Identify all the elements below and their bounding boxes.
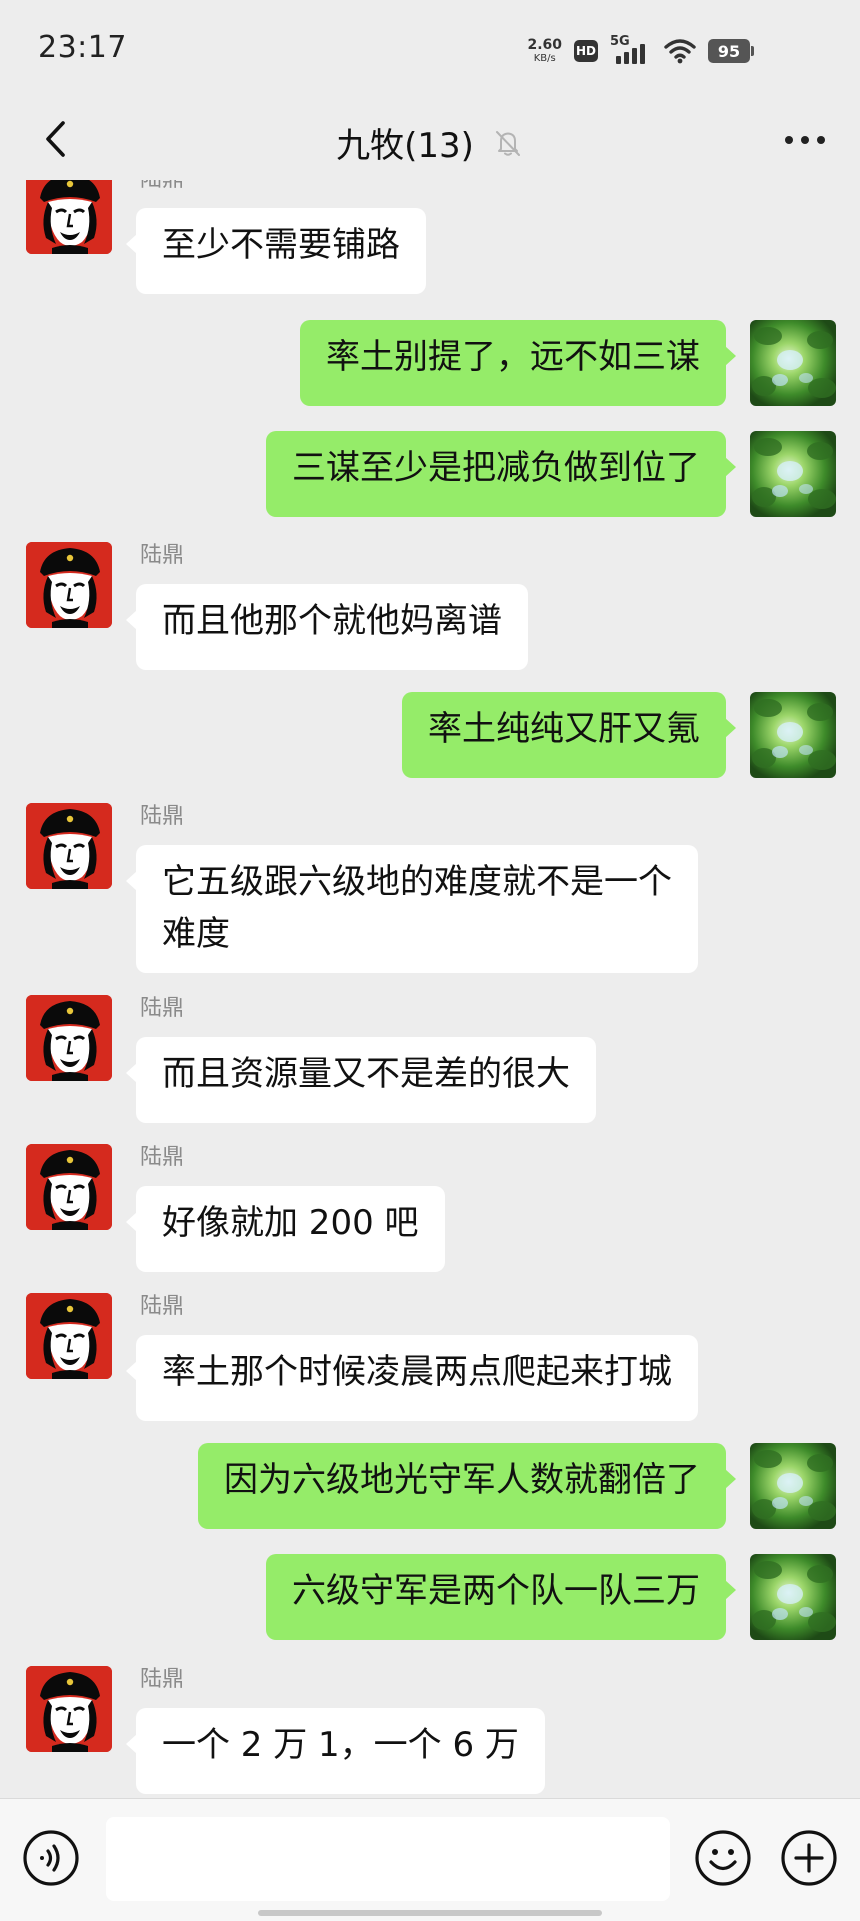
voice-input-icon[interactable] <box>22 1829 80 1887</box>
sender-name: 陆鼎 <box>140 804 185 829</box>
plus-icon[interactable] <box>780 1829 838 1887</box>
battery-level: 95 <box>708 39 750 63</box>
ellipsis-icon <box>785 136 825 144</box>
avatar[interactable] <box>26 1144 112 1230</box>
avatar[interactable] <box>750 692 836 778</box>
message-bubble[interactable]: 一个 2 万 1，一个 6 万 <box>126 1708 545 1794</box>
message-input[interactable] <box>106 1817 670 1901</box>
message-bubble[interactable]: 率土纯纯又肝又氪 <box>402 692 736 778</box>
message-bubble[interactable]: 因为六级地光守军人数就翻倍了 <box>198 1443 736 1529</box>
message-bubble[interactable]: 三谋至少是把减负做到位了 <box>266 431 736 517</box>
sender-name: 陆鼎 <box>140 543 185 568</box>
input-bar <box>0 1798 860 1921</box>
avatar[interactable] <box>26 1293 112 1379</box>
network-speed-unit: KB/s <box>533 53 556 64</box>
message-bubble[interactable]: 率土那个时候凌晨两点爬起来打城 <box>126 1335 698 1421</box>
message-list[interactable]: 陆鼎 至少不需要铺路 率土别提了，远不如三谋 三谋至少是把减负做到位了 陆鼎 而… <box>0 180 860 1798</box>
message-bubble[interactable]: 而且资源量又不是差的很大 <box>126 1037 596 1123</box>
status-indicators: 2.60 KB/s HD 5G 95 <box>527 34 754 68</box>
avatar[interactable] <box>26 180 112 254</box>
chat-header: 九牧(13) <box>0 100 860 180</box>
sender-name: 陆鼎 <box>140 1294 185 1319</box>
mute-bell-icon <box>495 130 520 156</box>
avatar[interactable] <box>26 1666 112 1752</box>
network-speed: 2.60 KB/s <box>527 38 562 64</box>
message-bubble[interactable]: 至少不需要铺路 <box>126 208 426 294</box>
avatar[interactable] <box>26 803 112 889</box>
avatar[interactable] <box>750 320 836 406</box>
sender-name: 陆鼎 <box>140 996 185 1021</box>
hd-icon: HD <box>574 40 598 62</box>
avatar[interactable] <box>750 1554 836 1640</box>
sender-name: 陆鼎 <box>140 1145 185 1170</box>
wifi-icon <box>664 39 696 64</box>
battery-icon: 95 <box>708 39 754 63</box>
sender-name: 陆鼎 <box>140 1667 185 1692</box>
message-bubble[interactable]: 好像就加 200 吧 <box>126 1186 445 1272</box>
sender-name: 陆鼎 <box>140 180 184 194</box>
chat-title: 九牧(13) <box>336 126 474 166</box>
message-bubble[interactable]: 而且他那个就他妈离谱 <box>126 584 528 670</box>
avatar[interactable] <box>26 542 112 628</box>
status-time: 23:17 <box>38 30 127 65</box>
avatar[interactable] <box>26 995 112 1081</box>
avatar[interactable] <box>750 431 836 517</box>
home-indicator[interactable] <box>258 1910 602 1916</box>
message-bubble[interactable]: 它五级跟六级地的难度就不是一个 难度 <box>126 845 698 973</box>
more-options-button[interactable] <box>780 120 830 160</box>
status-bar: 23:17 2.60 KB/s HD 5G 95 <box>0 0 860 100</box>
network-speed-value: 2.60 <box>527 37 562 53</box>
signal-icon: 5G <box>610 34 652 66</box>
message-bubble[interactable]: 六级守军是两个队一队三万 <box>266 1554 736 1640</box>
emoji-icon[interactable] <box>694 1829 752 1887</box>
avatar[interactable] <box>750 1443 836 1529</box>
chat-title-group: 九牧(13) <box>0 118 860 167</box>
message-bubble[interactable]: 率土别提了，远不如三谋 <box>300 320 736 406</box>
